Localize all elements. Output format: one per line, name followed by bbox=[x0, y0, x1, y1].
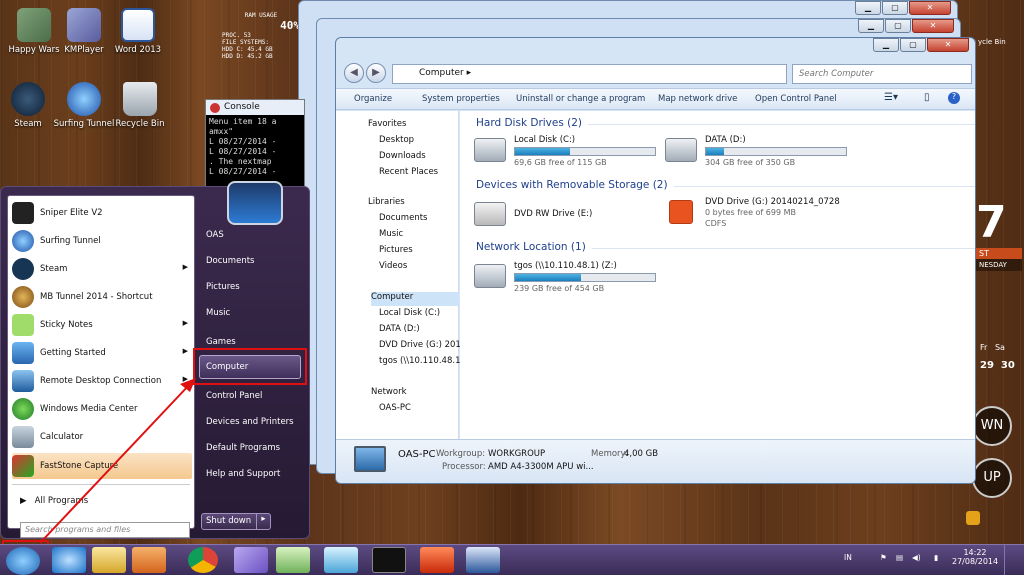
tray-network-icon[interactable]: ▤ bbox=[896, 553, 903, 562]
arrow-line bbox=[39, 383, 191, 544]
arrow-head bbox=[180, 378, 196, 392]
tray-flag-icon[interactable]: ⚑ bbox=[880, 553, 887, 562]
taskbar: IN ⚑ ▤ ◀) ▮ 14:22 27/08/2014 bbox=[0, 544, 1024, 575]
taskbar-explorer-icon[interactable] bbox=[92, 547, 126, 573]
taskbar-visual-studio-icon[interactable] bbox=[234, 547, 268, 573]
taskbar-media-player-icon[interactable] bbox=[132, 547, 166, 573]
language-indicator[interactable]: IN bbox=[844, 553, 852, 562]
taskbar-ie-icon[interactable] bbox=[52, 547, 86, 573]
taskbar-sticky-notes-icon[interactable] bbox=[276, 547, 310, 573]
tray-battery-icon[interactable]: ▮ bbox=[934, 553, 938, 562]
taskbar-console-icon[interactable] bbox=[372, 547, 406, 573]
taskbar-app-icon[interactable] bbox=[324, 547, 358, 573]
show-desktop-button[interactable] bbox=[1004, 545, 1024, 575]
tray-volume-icon[interactable]: ◀) bbox=[912, 553, 921, 562]
annotation-arrow bbox=[39, 378, 196, 544]
taskbar-clock[interactable]: 14:22 27/08/2014 bbox=[952, 548, 998, 566]
taskbar-word-icon[interactable] bbox=[466, 547, 500, 573]
start-button[interactable] bbox=[6, 547, 40, 575]
taskbar-half-life-icon[interactable] bbox=[420, 547, 454, 573]
taskbar-chrome-icon[interactable] bbox=[188, 547, 218, 573]
